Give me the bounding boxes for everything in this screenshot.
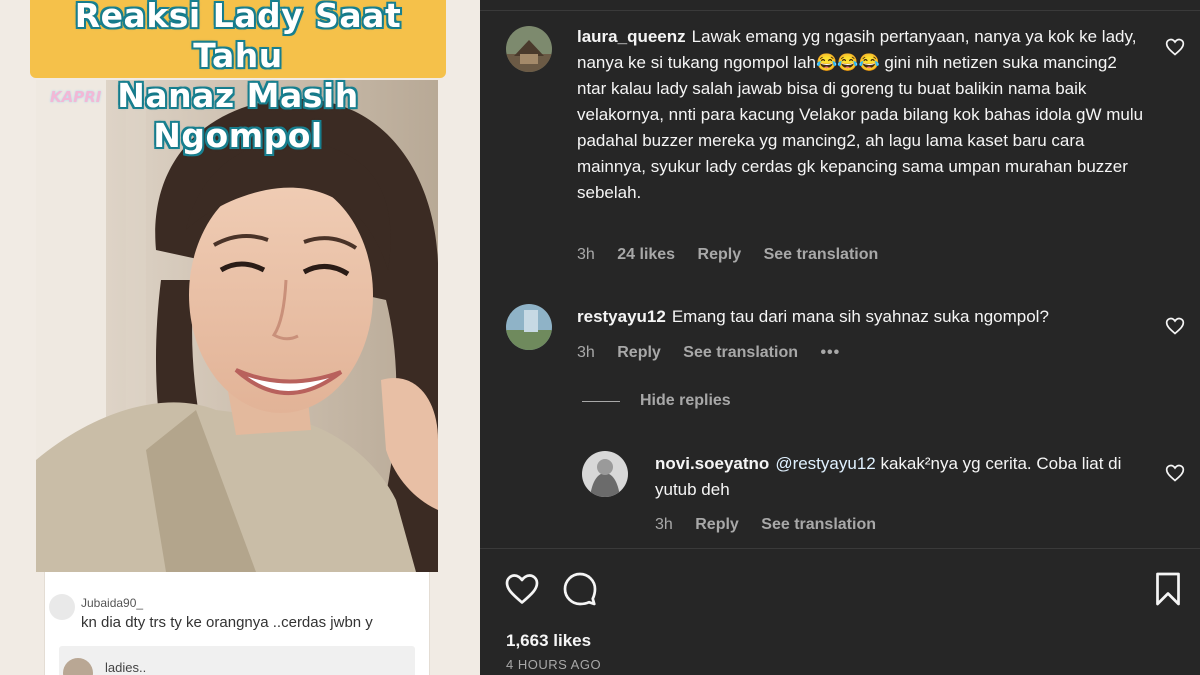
embedded-avatar <box>49 594 75 620</box>
comments-panel: laura_queenz Lawak emang yg ngasih pertan… <box>480 0 1200 675</box>
comment-text: Emang tau dari mana sih syahnaz suka ngo… <box>671 307 1049 326</box>
reply-button[interactable]: Reply <box>698 246 742 263</box>
avatar-restyayu12[interactable] <box>506 304 552 350</box>
hide-replies-label[interactable]: Hide replies <box>640 392 731 409</box>
avatar-laura-queenz[interactable] <box>506 26 552 72</box>
like-comment-icon[interactable] <box>1165 37 1185 57</box>
comment-time: 3h <box>577 344 595 361</box>
title-line-2: Nanaz Masih Ngompol <box>117 76 359 155</box>
top-divider <box>480 10 1200 11</box>
post-media: KAPRI Reaksi Lady Saat Tahu Nanaz Masih … <box>0 0 480 675</box>
reply-mention[interactable]: @restyayu12 <box>775 454 875 473</box>
comment-username[interactable]: laura_queenz <box>577 27 686 46</box>
post-likes-count[interactable]: 1,663 likes <box>506 631 591 651</box>
post-actions-bar: 1,663 likes 4 HOURS AGO <box>480 548 1200 675</box>
like-comment-icon[interactable] <box>1165 463 1185 483</box>
post-timestamp: 4 HOURS AGO <box>506 657 602 672</box>
see-translation-button[interactable]: See translation <box>761 516 876 533</box>
reply-body: novi.soeyatno @restyayu12 kakak²nya yg ce… <box>655 451 1155 503</box>
reply-time: 3h <box>655 516 673 533</box>
bookmark-icon[interactable] <box>1150 571 1186 607</box>
reply-meta: 3h Reply See translation <box>655 516 894 534</box>
comment-likes[interactable]: 24 likes <box>617 246 675 263</box>
comment-meta: 3h Reply See translation ••• <box>577 344 858 362</box>
see-translation-button[interactable]: See translation <box>683 344 798 361</box>
hide-replies-line <box>582 400 620 402</box>
see-translation-button[interactable]: See translation <box>764 246 879 263</box>
embedded-comment-text: kn dia dty trs ty ke orangnya ..cerdas j… <box>81 614 373 631</box>
post-title-banner: Reaksi Lady Saat Tahu Nanaz Masih Ngompo… <box>30 0 446 155</box>
title-line-1: Reaksi Lady Saat Tahu <box>74 0 402 75</box>
comment-username[interactable]: restyayu12 <box>577 307 666 326</box>
like-comment-icon[interactable] <box>1165 316 1185 336</box>
hide-replies-toggle[interactable]: Hide replies <box>582 392 731 410</box>
embedded-username: Jubaida90_ <box>81 596 144 610</box>
comment-meta: 3h 24 likes Reply See translation <box>577 246 896 264</box>
comment-body: laura_queenz Lawak emang yg ngasih pertan… <box>577 24 1147 206</box>
embedded-reply-username: ladies.. <box>105 660 147 675</box>
comment-icon[interactable] <box>562 571 598 607</box>
more-options-icon[interactable]: ••• <box>820 344 840 361</box>
embedded-reply-avatar <box>63 658 93 675</box>
comment-time: 3h <box>577 246 595 263</box>
embedded-reply-box: ladies.. <box>59 646 415 675</box>
comment-body: restyayu12 Emang tau dari mana sih syahna… <box>577 304 1147 330</box>
reply-button[interactable]: Reply <box>695 516 739 533</box>
reply-username[interactable]: novi.soeyatno <box>655 454 769 473</box>
screenshot-root: KAPRI Reaksi Lady Saat Tahu Nanaz Masih … <box>0 0 1200 675</box>
avatar-novi-soeyatno[interactable] <box>582 451 628 497</box>
comment-text: Lawak emang yg ngasih pertanyaan, nanya … <box>577 27 1144 202</box>
embedded-comment-card: Jubaida90_ kn dia dty trs ty ke orangnya… <box>44 572 430 675</box>
heart-icon[interactable] <box>504 571 540 607</box>
reply-button[interactable]: Reply <box>617 344 661 361</box>
